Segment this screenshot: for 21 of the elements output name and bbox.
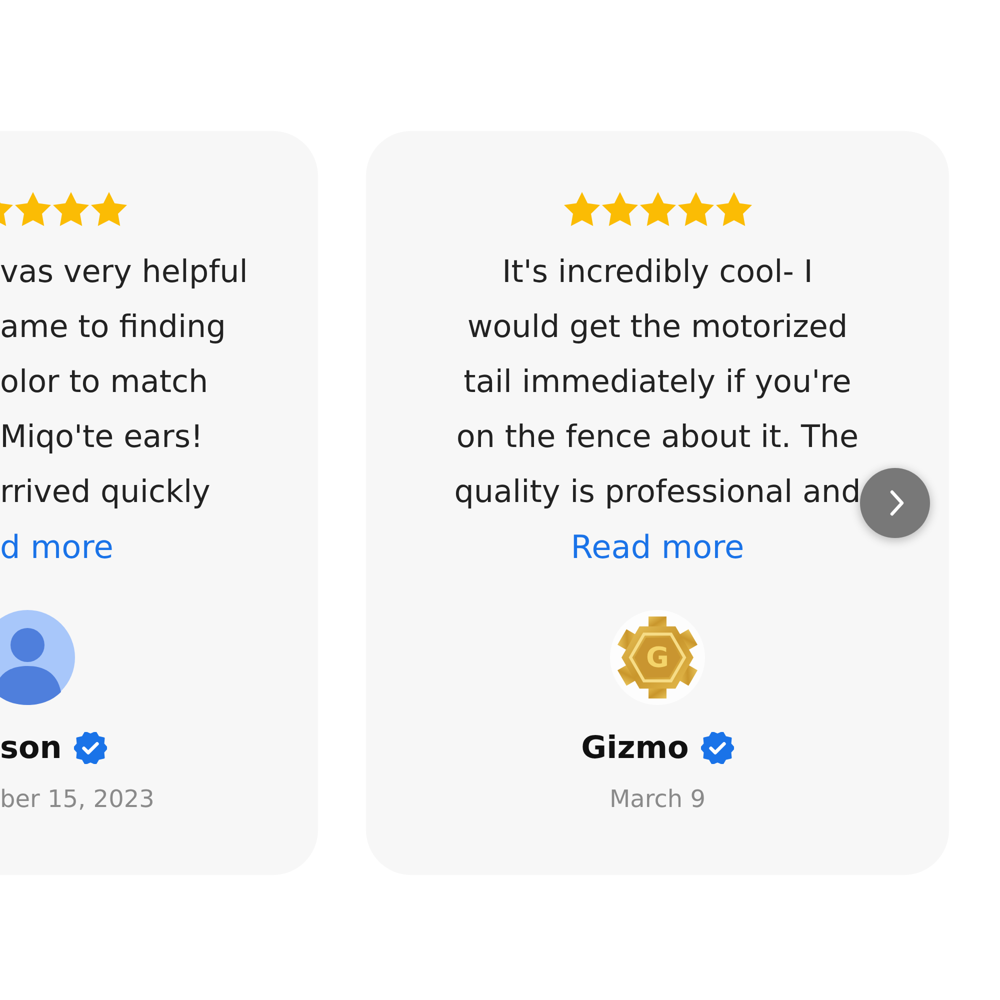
review-date: March 9 [609,784,706,814]
logo-letter: G [646,641,669,674]
review-text: vas very helpful ame to finding olor to match Miqo'te ears! rrived quickly [0,253,248,512]
star-icon [15,192,51,226]
star-icon [53,192,89,226]
read-more-link[interactable]: d more [0,520,114,575]
star-icon [716,192,752,226]
next-button[interactable] [860,468,930,538]
user-silhouette-icon [0,610,75,705]
gear-logo-icon [610,610,705,705]
star-icon [564,192,600,226]
star-icon [640,192,676,226]
read-more-link[interactable]: Read more [570,520,744,575]
star-icon [602,192,638,226]
star-icon [678,192,714,226]
review-text: It's incredibly cool- I would get the motorized tail immediately if you're on the fence about it. The quality is professional and [454,253,861,512]
reviewer-name: son [0,729,62,768]
star-icon [91,192,127,226]
reviewer-name: Gizmo [581,729,689,768]
chevron-right-icon [890,490,904,516]
review-date: ber 15, 2023 [0,784,154,814]
